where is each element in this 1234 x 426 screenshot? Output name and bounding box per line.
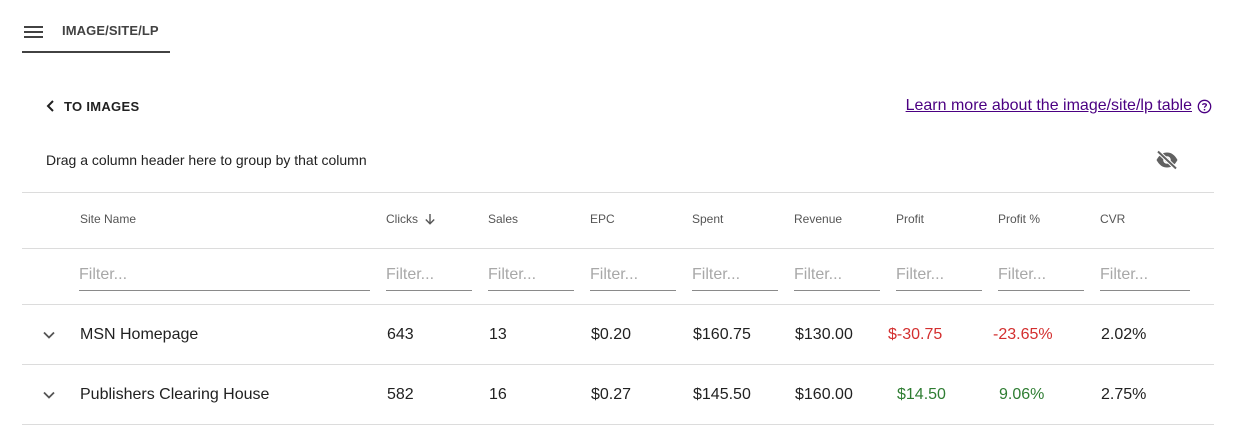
cell-profit: $-30.75: [888, 326, 943, 343]
cell-revenue: $160.00: [795, 386, 853, 403]
back-link-label: TO IMAGES: [64, 98, 140, 114]
row-divider: [22, 424, 1214, 425]
cell-sales: 13: [489, 326, 507, 343]
cell-site-name: MSN Homepage: [80, 326, 199, 343]
tab-label[interactable]: IMAGE/SITE/LP: [62, 23, 159, 38]
learn-more: Learn more about the image/site/lp table: [906, 97, 1212, 115]
cell-profit: $14.50: [897, 386, 946, 403]
cell-cvr: 2.02%: [1101, 326, 1147, 343]
chevron-down-icon[interactable]: [40, 326, 58, 344]
filter-epc[interactable]: [590, 260, 676, 291]
cell-spent: $160.75: [693, 326, 751, 343]
filter-revenue[interactable]: [794, 260, 880, 291]
cell-profit-pct: 9.06%: [999, 386, 1045, 403]
row-divider: [22, 364, 1214, 365]
column-header-label: Clicks: [386, 212, 418, 226]
filter-clicks[interactable]: [386, 260, 472, 291]
filter-site-name[interactable]: [79, 260, 370, 291]
filter-spent[interactable]: [692, 260, 778, 291]
column-header-epc[interactable]: EPC: [590, 212, 615, 226]
column-header-spent[interactable]: Spent: [692, 212, 723, 226]
filter-sales[interactable]: [488, 260, 574, 291]
cell-clicks: 582: [387, 386, 414, 403]
column-header-revenue[interactable]: Revenue: [794, 212, 842, 226]
column-header-profit[interactable]: Profit: [896, 212, 924, 226]
filter-profit-pct[interactable]: [998, 260, 1084, 291]
arrow-down-icon: [425, 214, 435, 225]
cell-site-name: Publishers Clearing House: [80, 386, 270, 403]
header-divider: [22, 248, 1214, 249]
column-header-cvr[interactable]: CVR: [1100, 212, 1125, 226]
column-header-clicks[interactable]: Clicks: [386, 212, 436, 226]
cell-cvr: 2.75%: [1101, 386, 1147, 403]
chevron-left-icon: [46, 100, 54, 112]
column-header-sales[interactable]: Sales: [488, 212, 518, 226]
back-to-images-button[interactable]: TO IMAGES: [46, 96, 139, 116]
filter-divider: [22, 304, 1214, 305]
table-top-border: [22, 192, 1214, 193]
cell-profit-pct: -23.65%: [993, 326, 1053, 343]
cell-revenue: $130.00: [795, 326, 853, 343]
eye-off-icon[interactable]: [1155, 150, 1179, 170]
cell-clicks: 643: [387, 326, 414, 343]
learn-more-link[interactable]: Learn more about the image/site/lp table: [906, 97, 1192, 115]
cell-spent: $145.50: [693, 386, 751, 403]
filter-profit[interactable]: [896, 260, 982, 291]
cell-sales: 16: [489, 386, 507, 403]
group-by-drop-zone[interactable]: Drag a column header here to group by th…: [46, 152, 367, 168]
column-header-site-name[interactable]: Site Name: [80, 212, 136, 226]
column-header-profit-pct[interactable]: Profit %: [998, 212, 1040, 226]
cell-epc: $0.27: [591, 386, 632, 403]
chevron-down-icon[interactable]: [40, 386, 58, 404]
cell-epc: $0.20: [591, 326, 632, 343]
filter-cvr[interactable]: [1100, 260, 1190, 291]
menu-icon[interactable]: [24, 24, 44, 40]
help-circle-icon[interactable]: [1197, 99, 1212, 114]
